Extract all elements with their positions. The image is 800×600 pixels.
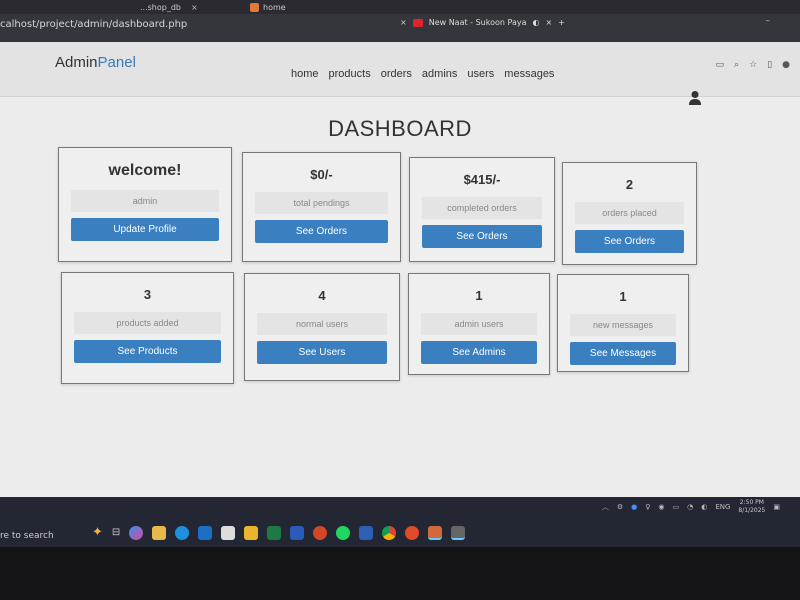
card-label: admin <box>71 190 219 212</box>
see-products-button[interactable]: See Products <box>74 340 221 363</box>
nav-products[interactable]: products <box>329 68 371 80</box>
screen: ...shop_db × home calhost/project/admin/… <box>0 0 800 600</box>
battery-icon[interactable]: ▭ <box>672 503 679 511</box>
address-bar-row: calhost/project/admin/dashboard.php × Ne… <box>0 14 800 42</box>
wifi-icon[interactable]: ◔ <box>687 503 693 511</box>
power-bi-icon[interactable] <box>244 525 259 540</box>
edge-icon[interactable] <box>175 525 190 540</box>
card-new-messages: 1 new messages See Messages <box>557 274 689 372</box>
chrome-icon[interactable] <box>382 525 397 540</box>
card-value: welcome! <box>108 162 182 179</box>
tab-youtube[interactable]: × New Naat - Sukoon Paya ◐ × + <box>400 18 565 27</box>
card-admin-users: 1 admin users See Admins <box>408 273 550 375</box>
powerpoint-icon[interactable] <box>313 525 328 540</box>
bluetooth-icon[interactable]: ● <box>631 503 637 511</box>
browser-tab-strip: ...shop_db × home <box>0 0 800 14</box>
nav-home[interactable]: home <box>291 68 319 80</box>
card-value: 2 <box>625 177 634 192</box>
card-label: total pendings <box>255 192 388 214</box>
card-value: 4 <box>318 288 326 303</box>
main-nav: home products orders admins users messag… <box>291 68 554 80</box>
monitor-bezel <box>0 547 800 600</box>
close-icon[interactable]: × <box>400 18 407 27</box>
card-value: $415/- <box>463 172 501 187</box>
volume-icon[interactable]: ◐ <box>701 503 707 511</box>
speaker-icon: ◐ <box>532 18 540 27</box>
language-indicator[interactable]: ENG <box>715 503 730 511</box>
close-icon[interactable]: × <box>545 18 552 27</box>
app-icon[interactable] <box>359 525 374 540</box>
card-label: products added <box>74 312 221 334</box>
profile-icon[interactable]: ● <box>782 60 790 70</box>
see-users-button[interactable]: See Users <box>257 341 387 364</box>
card-completed-orders: $415/- completed orders See Orders <box>409 157 555 262</box>
brave-icon[interactable] <box>405 525 420 540</box>
site-header: AdminPanel home products orders admins u… <box>0 42 800 105</box>
nav-admins[interactable]: admins <box>422 68 457 80</box>
copilot-sparkle-icon[interactable]: ✦ <box>92 525 103 540</box>
app-tray-icon[interactable]: ◉ <box>658 503 664 511</box>
see-messages-button[interactable]: See Messages <box>570 342 676 365</box>
card-value: 1 <box>475 288 483 303</box>
spotify-icon[interactable] <box>336 525 351 540</box>
card-value: 3 <box>143 287 152 302</box>
card-label: completed orders <box>422 197 542 219</box>
excel-icon[interactable] <box>267 525 282 540</box>
card-products-added: 3 products added See Products <box>61 272 234 384</box>
card-value: 1 <box>619 289 627 304</box>
nav-users[interactable]: users <box>467 68 494 80</box>
task-view-icon[interactable]: ⊟ <box>112 527 120 538</box>
update-profile-button[interactable]: Update Profile <box>71 218 219 241</box>
nav-orders[interactable]: orders <box>381 68 412 80</box>
star-icon[interactable]: ☆ <box>749 60 757 70</box>
sidebar-icon[interactable]: ▯ <box>767 60 772 70</box>
see-orders-button[interactable]: See Orders <box>575 230 684 253</box>
chevron-up-icon[interactable]: ︿ <box>602 502 609 512</box>
new-tab-button[interactable]: + <box>558 18 565 27</box>
see-orders-button[interactable]: See Orders <box>255 220 388 243</box>
tab-shop-db[interactable]: ...shop_db × <box>140 0 198 14</box>
card-value: $0/- <box>310 167 333 182</box>
file-explorer-icon[interactable] <box>152 525 167 540</box>
zoom-icon[interactable]: ⌕ <box>734 60 739 70</box>
minimize-button[interactable]: – <box>766 16 771 26</box>
card-label: new messages <box>570 314 676 336</box>
settings-icon[interactable]: ⚙ <box>617 503 623 511</box>
card-normal-users: 4 normal users See Users <box>244 273 400 381</box>
see-orders-button[interactable]: See Orders <box>422 225 542 248</box>
page: AdminPanel home products orders admins u… <box>0 42 800 497</box>
xampp-favicon-icon <box>250 2 259 12</box>
card-label: admin users <box>421 313 537 335</box>
card-label: normal users <box>257 313 387 335</box>
page-title: DASHBOARD <box>328 116 472 141</box>
card-orders-placed: 2 orders placed See Orders <box>562 162 697 265</box>
taskbar-apps: ✦ ⊟ <box>92 525 466 540</box>
outlook-icon[interactable] <box>198 525 213 540</box>
copilot-icon[interactable] <box>129 525 144 540</box>
chrome-profile-icon[interactable] <box>451 525 466 540</box>
youtube-favicon-icon <box>412 18 423 27</box>
browser-toolbar-icons: ▭ ⌕ ☆ ▯ ● <box>716 60 790 70</box>
taskbar-search[interactable]: re to search <box>0 531 54 541</box>
close-icon[interactable]: × <box>191 3 198 12</box>
xampp-icon[interactable] <box>428 525 443 540</box>
mic-icon[interactable]: ♀ <box>645 503 650 511</box>
extensions-icon[interactable]: ▭ <box>716 60 725 70</box>
clock[interactable]: 2:50 PM 8/1/2025 <box>738 499 765 515</box>
see-admins-button[interactable]: See Admins <box>421 341 537 364</box>
url-field[interactable]: calhost/project/admin/dashboard.php <box>0 19 187 30</box>
notifications-icon[interactable]: ▣ <box>773 503 780 511</box>
system-tray: ︿ ⚙ ● ♀ ◉ ▭ ◔ ◐ ENG 2:50 PM 8/1/2025 ▣ <box>602 499 780 515</box>
logo[interactable]: AdminPanel <box>55 54 136 71</box>
store-icon[interactable] <box>221 525 236 540</box>
taskbar: re to search ✦ ⊟ ︿ ⚙ ● ♀ ◉ ▭ ◔ ◐ ENG 2:5… <box>0 497 800 547</box>
user-icon[interactable] <box>688 90 702 106</box>
tab-home[interactable]: home <box>250 0 286 14</box>
card-welcome: welcome! admin Update Profile <box>58 147 232 262</box>
nav-messages[interactable]: messages <box>504 68 554 80</box>
card-label: orders placed <box>575 202 684 224</box>
card-total-pendings: $0/- total pendings See Orders <box>242 152 401 262</box>
word-icon[interactable] <box>290 525 305 540</box>
